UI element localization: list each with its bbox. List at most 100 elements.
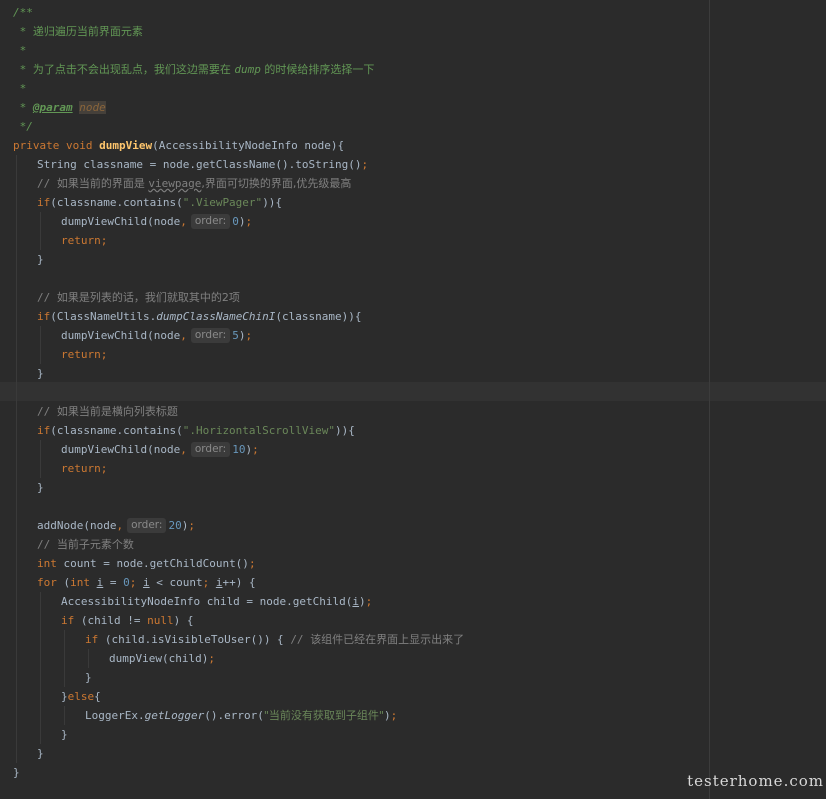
code-line[interactable]: return; <box>61 345 107 364</box>
code-token: * <box>13 101 33 114</box>
code-line[interactable]: } <box>61 725 68 744</box>
code-line[interactable]: dumpViewChild(node, order: 10); <box>61 440 259 459</box>
code-line[interactable]: dumpViewChild(node, order: 0); <box>61 212 252 231</box>
code-token: "当前没有获取到子组件" <box>263 709 384 722</box>
code-token: = <box>103 576 124 589</box>
code-token: 0 <box>123 576 130 589</box>
code-token: ) <box>383 709 391 722</box>
code-token: /** <box>13 6 33 19</box>
code-line[interactable]: } <box>37 478 44 497</box>
current-line-highlight <box>0 382 826 401</box>
code-token: * <box>13 25 33 38</box>
code-token: // <box>37 405 57 418</box>
code-token: if <box>37 196 51 209</box>
code-line[interactable]: } <box>85 668 92 687</box>
parameter-hint: order: <box>190 328 231 343</box>
code-token: dumpViewChild(node <box>61 443 181 456</box>
code-token: , <box>180 215 187 228</box>
code-line[interactable]: /** <box>13 3 33 22</box>
code-line[interactable]: if(ClassNameUtils.dumpClassNameChinI(cla… <box>37 307 362 326</box>
code-token: (classname.contains( <box>50 424 183 437</box>
code-line[interactable]: dumpView(child); <box>109 649 215 668</box>
code-token: ; <box>245 329 253 342</box>
code-token: )){ <box>335 424 355 437</box>
code-line[interactable]: } <box>13 763 20 782</box>
code-token: 20 <box>168 519 182 532</box>
code-token: < count <box>149 576 203 589</box>
code-line[interactable]: * <box>13 41 27 60</box>
code-token: 如果当前的界面是 <box>56 177 149 190</box>
code-line[interactable]: // 如果是列表的话，我们就取其中的2项 <box>37 288 240 307</box>
code-line[interactable]: return; <box>61 459 107 478</box>
code-line[interactable]: AccessibilityNodeInfo child = node.getCh… <box>61 592 372 611</box>
code-line[interactable]: String classname = node.getClassName().t… <box>37 155 368 174</box>
code-line[interactable]: // 当前子元素个数 <box>37 535 134 554</box>
code-token: */ <box>13 120 33 133</box>
code-token: if <box>61 614 81 627</box>
code-token: dumpViewChild(node <box>61 215 181 228</box>
code-line[interactable]: * 递归遍历当前界面元素 <box>13 22 143 41</box>
code-token: ++) { <box>222 576 256 589</box>
code-line[interactable]: private void dumpView(AccessibilityNodeI… <box>13 136 344 155</box>
code-line[interactable]: int count = node.getChildCount(); <box>37 554 256 573</box>
code-token: * <box>13 44 27 57</box>
code-token: private void <box>13 139 100 152</box>
code-token: addNode(node <box>37 519 117 532</box>
code-token: 为了点击不会出现乱点，我们这边需要在 <box>32 63 235 76</box>
code-token: return; <box>61 462 108 475</box>
code-line[interactable]: if(classname.contains(".HorizontalScroll… <box>37 421 355 440</box>
code-token: null <box>147 614 174 627</box>
code-token: * <box>13 82 27 95</box>
code-token: count = node.getChildCount() <box>63 557 249 570</box>
code-token: 的时候给排序选择一下 <box>260 63 375 76</box>
code-token: ; <box>361 158 369 171</box>
code-token: (ClassNameUtils. <box>50 310 157 323</box>
code-line[interactable]: } <box>37 744 44 763</box>
code-line[interactable]: return; <box>61 231 107 250</box>
code-token: 当前子元素个数 <box>56 538 134 551</box>
code-line[interactable]: */ <box>13 117 33 136</box>
code-token: dumpViewChild(node <box>61 329 181 342</box>
code-token: ".ViewPager" <box>182 196 263 209</box>
code-token: } <box>61 728 68 741</box>
code-line[interactable]: // 如果当前是横向列表标题 <box>37 402 178 421</box>
parameter-hint: order: <box>190 442 231 457</box>
code-line[interactable]: * @param node <box>13 98 106 117</box>
code-token: } <box>13 766 20 779</box>
code-token: 如果是列表的话，我们就取其中的2项 <box>56 291 240 304</box>
indent-guide <box>40 440 41 478</box>
code-token: , <box>116 519 124 532</box>
code-token: ) <box>359 595 366 608</box>
code-line[interactable]: if(classname.contains(".ViewPager")){ <box>37 193 282 212</box>
code-token: ; <box>188 519 195 532</box>
code-token: } <box>85 671 92 684</box>
code-token: ; <box>129 576 143 589</box>
indent-guide <box>40 212 41 250</box>
code-line[interactable]: // 如果当前的界面是 viewpage,界面可切换的界面,优先级最高 <box>37 174 351 193</box>
code-editor[interactable]: /** * 递归遍历当前界面元素 * * 为了点击不会出现乱点，我们这边需要在 … <box>0 0 826 799</box>
code-line[interactable]: } <box>37 250 44 269</box>
code-line[interactable]: LoggerEx.getLogger().error("当前没有获取到子组件")… <box>85 706 397 725</box>
code-line[interactable]: if (child.isVisibleToUser()) { // 该组件已经在… <box>85 630 464 649</box>
code-line[interactable]: * <box>13 79 27 98</box>
code-token: dump <box>234 63 261 76</box>
code-line[interactable]: }else{ <box>61 687 101 706</box>
code-line[interactable]: addNode(node, order: 20); <box>37 516 195 535</box>
code-token: // <box>37 177 57 190</box>
code-token: ; <box>202 576 216 589</box>
code-token: 该组件已经在界面上显示出来了 <box>310 633 465 646</box>
code-line[interactable]: if (child != null) { <box>61 611 193 630</box>
code-token: i <box>143 576 150 589</box>
code-token: ) { <box>173 614 194 627</box>
code-token: ; <box>252 443 259 456</box>
code-line[interactable]: dumpViewChild(node, order: 5); <box>61 326 252 345</box>
code-token: getLogger <box>144 709 205 722</box>
code-token: } <box>61 690 68 703</box>
code-line[interactable]: * 为了点击不会出现乱点，我们这边需要在 dump 的时候给排序选择一下 <box>13 60 375 79</box>
code-line[interactable]: for (int i = 0; i < count; i++) { <box>37 573 256 592</box>
code-line[interactable]: } <box>37 364 44 383</box>
code-token: // <box>37 538 57 551</box>
code-token: String classname = node.getClassName().t… <box>37 158 362 171</box>
code-token: } <box>37 253 44 266</box>
code-token: else <box>67 690 95 703</box>
